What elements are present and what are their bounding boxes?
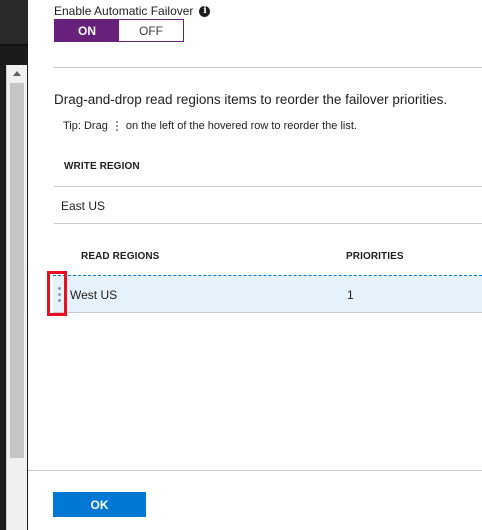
- drag-handle-highlight-box: [47, 271, 67, 316]
- write-region-header-divider: [54, 186, 482, 187]
- read-region-name: West US: [70, 288, 118, 302]
- vertical-scrollbar[interactable]: [6, 65, 27, 530]
- section-divider-top: [54, 67, 482, 68]
- automatic-failover-field-label: Enable Automatic Failover i: [54, 4, 211, 18]
- drag-tip-suffix: on the left of the hovered row to reorde…: [125, 120, 357, 132]
- write-region-row-divider: [54, 223, 482, 224]
- read-regions-header: READ REGIONS: [81, 251, 160, 262]
- write-region-value: East US: [61, 199, 106, 213]
- drag-tip: Tip: Drag on the left of the hovered row…: [63, 120, 357, 132]
- automatic-failover-label-text: Enable Automatic Failover: [54, 4, 194, 18]
- footer-divider: [28, 470, 482, 471]
- row-drag-handle-icon[interactable]: [58, 287, 61, 302]
- left-chrome-top-band: [0, 0, 28, 44]
- automatic-failover-toggle[interactable]: ON OFF: [54, 19, 184, 42]
- reorder-instructions: Drag-and-drop read regions items to reor…: [54, 92, 448, 107]
- scroll-thumb[interactable]: [10, 83, 24, 458]
- toggle-on-option[interactable]: ON: [55, 20, 119, 41]
- read-region-row[interactable]: [53, 275, 482, 313]
- drag-tip-prefix: Tip: Drag: [63, 120, 108, 132]
- toggle-off-option[interactable]: OFF: [119, 20, 183, 41]
- info-icon[interactable]: i: [199, 5, 211, 17]
- priorities-header: PRIORITIES: [346, 251, 404, 262]
- read-region-priority: 1: [347, 288, 354, 302]
- drag-handle-icon: [115, 121, 118, 131]
- scroll-up-arrow-icon[interactable]: [7, 65, 27, 81]
- failover-blade-panel: [28, 0, 482, 530]
- left-chrome-divider: [0, 44, 28, 46]
- ok-button[interactable]: OK: [53, 492, 146, 517]
- write-region-header: WRITE REGION: [64, 161, 140, 172]
